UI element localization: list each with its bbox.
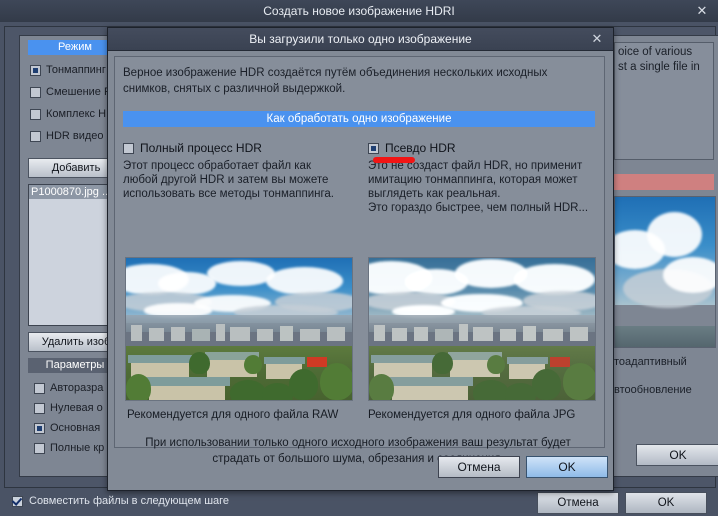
mode-option-tonemapping[interactable]: Тонмаппинг	[30, 64, 106, 76]
checkbox-icon[interactable]	[30, 108, 41, 120]
radio-icon[interactable]	[34, 422, 45, 434]
param-option-main[interactable]: Основная	[34, 422, 100, 434]
mode-option-blending[interactable]: Смешение F	[30, 86, 111, 98]
option-pseudo-hdr-label: Псевдо HDR	[385, 141, 456, 155]
dialog-cancel-button[interactable]: Отмена	[438, 456, 520, 478]
param-option-autoresolution[interactable]: Авторазра	[34, 382, 103, 394]
dialog-title: Вы загрузили только одно изображение	[249, 32, 472, 46]
radio-icon[interactable]	[30, 64, 41, 76]
app-title-bar: Создать новое изображение HDRI ✕	[0, 0, 718, 23]
screen-root: Создать новое изображение HDRI ✕ Режим Т…	[0, 0, 718, 516]
option-pseudo-hdr[interactable]: Псевдо HDR Это не создаст файл HDR, но п…	[368, 141, 604, 215]
how-to-banner: Как обработать одно изображение	[123, 111, 595, 127]
mode-option-label: Комплекс H	[46, 108, 107, 120]
checkbox-icon[interactable]	[12, 495, 23, 507]
dialog-intro-text: Верное изображение HDR создаётся путём о…	[123, 67, 548, 95]
preview-image-raw[interactable]	[125, 257, 353, 401]
param-option-label: Полные кр	[50, 442, 105, 454]
close-icon[interactable]: ✕	[589, 30, 605, 48]
checkbox-icon[interactable]	[34, 402, 45, 414]
dialog-content: Верное изображение HDR создаётся путём о…	[114, 56, 605, 465]
radio-icon[interactable]	[368, 142, 379, 154]
mode-option-hdrvideo[interactable]: HDR видео	[30, 130, 104, 142]
merge-files-checkbox[interactable]: Совместить файлы в следующем шаге	[12, 495, 229, 507]
right-panel-ok-button[interactable]: OK	[636, 444, 718, 466]
dialog-button-row: Отмена OK	[108, 452, 613, 482]
preview-caption-raw: Рекомендуется для одного файла RAW	[127, 409, 339, 421]
preview-thumbnail[interactable]	[614, 196, 716, 348]
mode-option-label: Смешение F	[46, 86, 111, 98]
param-option-label: Авторазра	[50, 382, 104, 394]
app-bottom-bar: Совместить файлы в следующем шаге Отмена…	[0, 488, 718, 516]
single-image-dialog: Вы загрузили только одно изображение ✕ В…	[107, 27, 614, 491]
option-pseudo-hdr-description: Это не создаст файл HDR, но применит ими…	[368, 160, 589, 214]
param-option-label: Нулевая о	[50, 402, 103, 414]
option-full-hdr-label: Полный процесс HDR	[140, 141, 262, 155]
mode-option-label: Тонмаппинг	[46, 64, 106, 76]
info-text-line-1: oice of various	[618, 46, 693, 58]
checkbox-icon[interactable]	[30, 130, 41, 142]
info-textbox: oice of various st a single file in	[614, 42, 714, 160]
label-autoadaptive: тоадаптивный	[614, 356, 687, 368]
option-full-hdr[interactable]: Полный процесс HDR Этот процесс обработа…	[123, 141, 353, 201]
checkbox-icon[interactable]	[34, 442, 45, 454]
mode-option-complex[interactable]: Комплекс H	[30, 108, 106, 120]
dialog-title-bar: Вы загрузили только одно изображение ✕	[108, 28, 613, 51]
dialog-ok-button[interactable]: OK	[526, 456, 608, 478]
param-option-zero[interactable]: Нулевая о	[34, 402, 103, 414]
checkbox-icon[interactable]	[30, 86, 41, 98]
checkbox-icon[interactable]	[34, 382, 45, 394]
param-option-label: Основная	[50, 422, 101, 434]
app-window-title: Создать новое изображение HDRI	[263, 4, 455, 18]
preview-image-jpg[interactable]	[368, 257, 596, 401]
red-highlight-marker	[373, 157, 415, 163]
right-info-column: oice of various st a single file in тоад…	[607, 35, 718, 477]
merge-files-label: Совместить файлы в следующем шаге	[29, 495, 230, 507]
preview-caption-jpg: Рекомендуется для одного файла JPG	[368, 409, 576, 421]
option-full-hdr-header[interactable]: Полный процесс HDR	[123, 141, 353, 155]
param-option-fullcurves[interactable]: Полные кр	[34, 442, 104, 454]
pink-status-bar	[614, 174, 714, 190]
app-cancel-button[interactable]: Отмена	[537, 492, 619, 514]
app-ok-button[interactable]: OK	[625, 492, 707, 514]
option-full-hdr-description: Этот процесс обработает файл как любой д…	[123, 160, 335, 200]
option-pseudo-hdr-header[interactable]: Псевдо HDR	[368, 141, 604, 163]
info-text-line-2: st a single file in	[618, 61, 700, 73]
label-autoupdate: втообновление	[614, 384, 692, 396]
checkbox-icon[interactable]	[123, 142, 134, 154]
close-icon[interactable]: ✕	[694, 3, 710, 19]
mode-option-label: HDR видео	[46, 130, 104, 142]
